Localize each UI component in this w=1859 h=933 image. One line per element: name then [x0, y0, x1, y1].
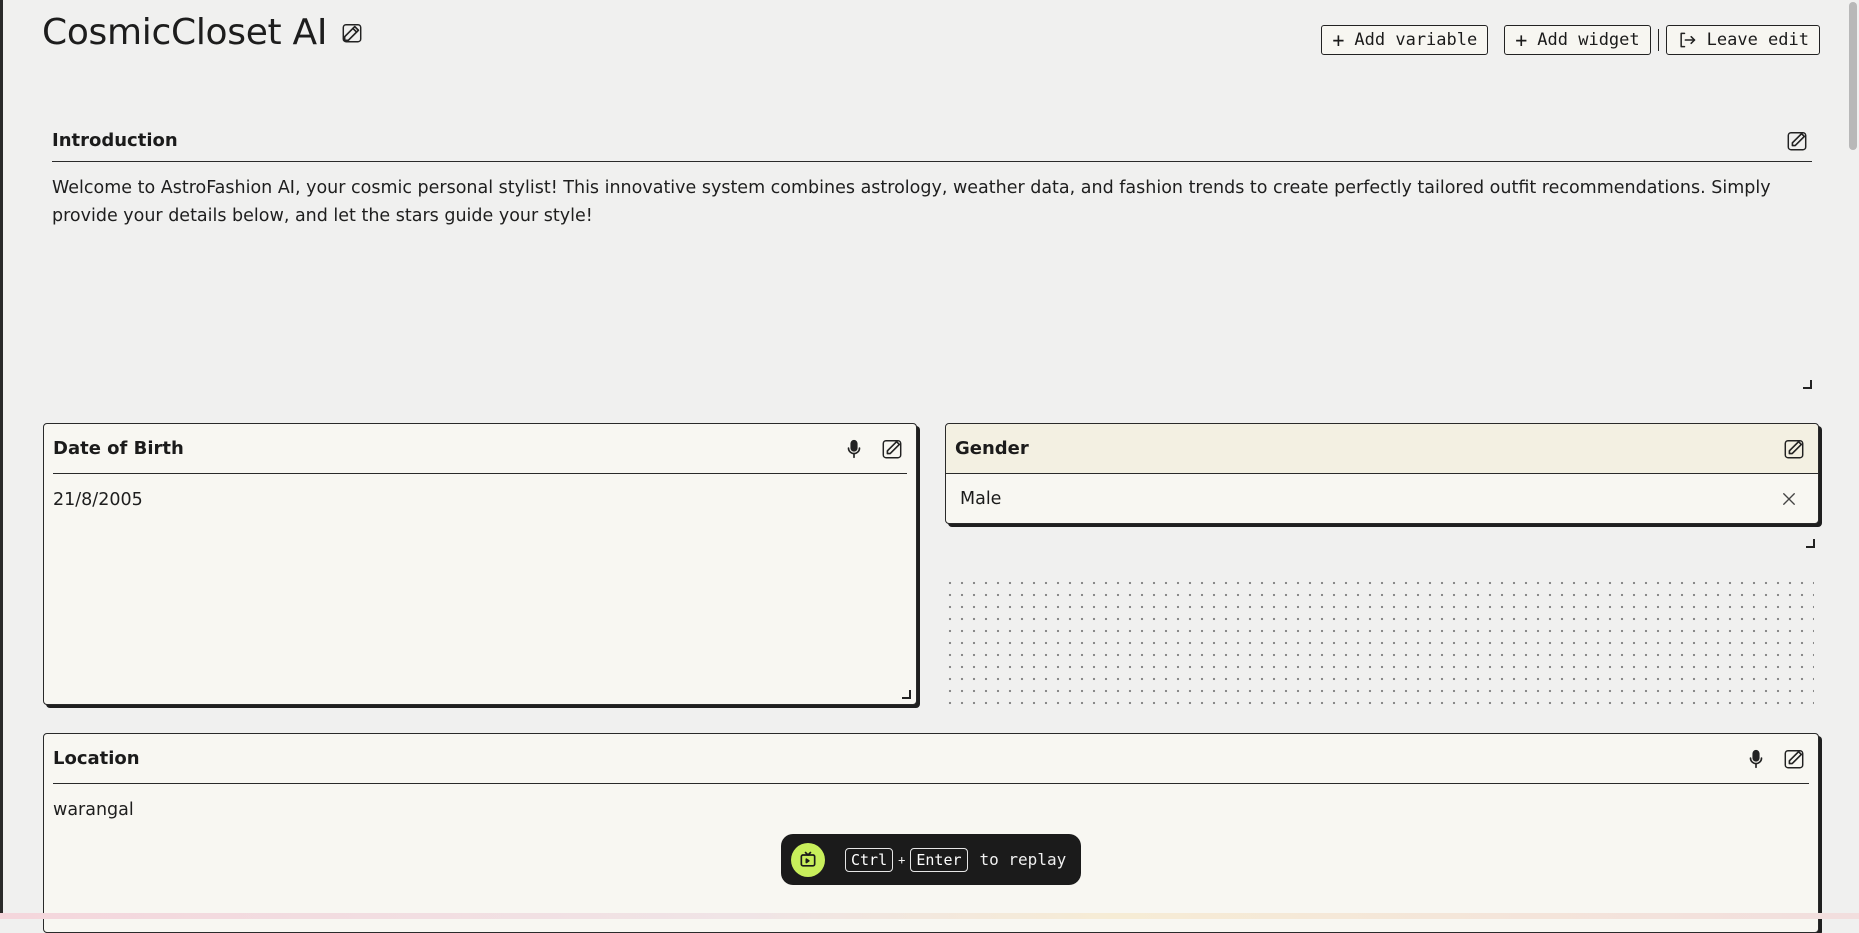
app-title: CosmicCloset AI — [42, 12, 328, 53]
date-of-birth-actions — [839, 434, 907, 464]
gender-title: Gender — [955, 438, 1029, 459]
introduction-title: Introduction — [52, 130, 178, 151]
edit-title-icon[interactable] — [337, 18, 367, 48]
introduction-text: Welcome to AstroFashion AI, your cosmic … — [52, 178, 1771, 226]
bottom-strip — [0, 913, 1859, 919]
date-of-birth-card: Date of Birth 21/8/2005 — [43, 423, 917, 705]
add-variable-label: Add variable — [1354, 30, 1478, 50]
edit-location-icon[interactable] — [1779, 744, 1809, 774]
scrollbar-thumb[interactable] — [1849, 2, 1857, 150]
logout-icon — [1680, 32, 1695, 48]
replay-icon — [800, 851, 816, 867]
location-actions — [1741, 744, 1809, 774]
gender-header: Gender — [946, 424, 1818, 474]
plus-sign: + — [898, 852, 906, 867]
header-divider — [1657, 29, 1659, 51]
add-widget-label: Add widget — [1537, 30, 1640, 50]
replay-button[interactable] — [791, 842, 825, 877]
edit-introduction-icon[interactable] — [1782, 126, 1812, 156]
gender-select[interactable]: Male — [946, 474, 1818, 523]
location-header: Location — [53, 734, 1809, 784]
vertical-scrollbar[interactable] — [1847, 0, 1859, 919]
location-input[interactable]: warangal — [44, 784, 1818, 836]
date-of-birth-title: Date of Birth — [53, 438, 184, 459]
location-title: Location — [53, 748, 140, 769]
gender-selected-value: Male — [960, 488, 1002, 509]
plus-icon: + — [1332, 28, 1345, 52]
date-of-birth-input[interactable]: 21/8/2005 — [44, 474, 916, 526]
microphone-icon[interactable] — [839, 434, 869, 464]
location-card: Location warangal — [43, 733, 1819, 933]
clear-icon[interactable] — [1774, 484, 1804, 514]
add-variable-button[interactable]: + Add variable — [1321, 25, 1489, 55]
add-widget-button[interactable]: + Add widget — [1504, 25, 1651, 55]
gender-card: Gender Male — [945, 423, 1819, 524]
edit-gender-icon[interactable] — [1779, 434, 1809, 464]
leave-edit-button[interactable]: Leave edit — [1665, 25, 1820, 55]
page: CosmicCloset AI + Add variable + Add wid… — [0, 0, 1859, 933]
introduction-section: Introduction Welcome to AstroFashion AI,… — [52, 120, 1812, 230]
introduction-header: Introduction — [52, 120, 1812, 162]
plus-icon: + — [1515, 28, 1528, 52]
replay-hint: to replay — [979, 850, 1067, 869]
introduction-resize-handle[interactable] — [1803, 380, 1812, 389]
app-title-group: CosmicCloset AI — [42, 12, 367, 53]
header-actions: + Add variable + Add widget Leave edit — [1321, 25, 1820, 55]
gender-resize-handle[interactable] — [1806, 539, 1815, 548]
empty-drop-area — [944, 577, 1814, 707]
edit-date-of-birth-icon[interactable] — [877, 434, 907, 464]
leave-edit-label: Leave edit — [1706, 30, 1809, 50]
ctrl-key: Ctrl — [845, 847, 894, 872]
replay-toolbar: Ctrl + Enter to replay — [781, 834, 1081, 885]
enter-key: Enter — [910, 847, 968, 872]
date-of-birth-resize-handle[interactable] — [902, 690, 911, 699]
date-of-birth-header: Date of Birth — [53, 424, 907, 474]
microphone-icon[interactable] — [1741, 744, 1771, 774]
left-edge-divider — [0, 0, 3, 919]
